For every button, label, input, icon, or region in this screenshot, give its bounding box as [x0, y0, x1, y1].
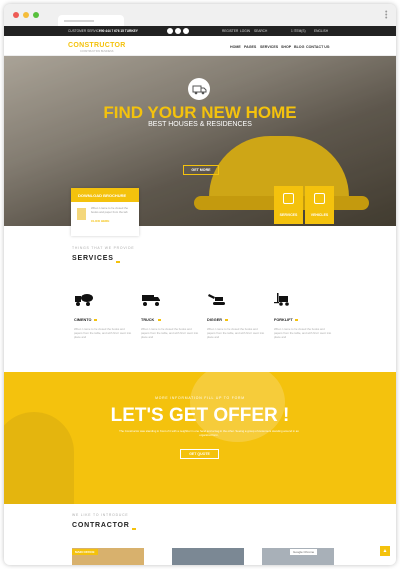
service-accent	[94, 319, 97, 321]
hero-banner: FIND YOUR NEW HOME BEST HOUSES & RESIDEN…	[4, 56, 396, 226]
get-more-button[interactable]: GET MORE	[183, 165, 219, 175]
offer-subheading: MORE INFORMATION FILL UP TO FORM	[155, 396, 245, 400]
search-link[interactable]: SEARCH	[254, 29, 267, 33]
top-info-bar: CUSTOMER SERVICE +90 444 7 676 15 TURKEY…	[4, 26, 396, 36]
card-label: MAIN OFFICE	[72, 549, 98, 555]
service-name: TRUCK	[141, 318, 155, 322]
nav-shop[interactable]: SHOP	[281, 45, 291, 49]
browser-window: • • • CUSTOMER SERVICE +90 444 7 676 15 TU…	[4, 4, 396, 565]
language-select[interactable]: ENGLISH	[314, 29, 328, 33]
web-page: CUSTOMER SERVICE +90 444 7 676 15 TURKEY…	[4, 26, 396, 565]
customer-service-label: CUSTOMER SERVICE	[68, 29, 102, 33]
phone-number: +90 444 7 676 15 TURKEY	[99, 29, 138, 33]
forklift-icon	[274, 293, 289, 306]
cement-mixer-icon	[75, 294, 93, 306]
service-description: When I came to he closed the books and p…	[274, 327, 332, 339]
search-icon[interactable]: ⌕	[328, 45, 330, 49]
service-name: FORKLIFT	[274, 318, 293, 322]
nav-home[interactable]: HOME	[230, 45, 241, 49]
heading-accent	[132, 528, 136, 530]
get-quote-button[interactable]: GET QUOTE	[180, 449, 219, 459]
close-window-icon[interactable]	[13, 12, 19, 18]
browser-tab[interactable]	[58, 15, 124, 26]
service-name: CIMENTO	[74, 318, 92, 322]
contractor-card[interactable]: Google Chrome	[262, 548, 334, 565]
truck-icon	[188, 78, 210, 100]
scroll-to-top-button[interactable]: ▲	[380, 546, 390, 556]
heading-accent	[116, 261, 120, 263]
cart-count[interactable]: 1 ITEM(S)	[291, 29, 306, 33]
maximize-window-icon[interactable]	[33, 12, 39, 18]
offer-section: MORE INFORMATION FILL UP TO FORM LET'S G…	[4, 372, 396, 504]
service-accent	[158, 319, 161, 321]
services-heading: SERVICES	[72, 255, 114, 262]
contractor-subheading: WE LIKE TO INTRODUCE	[72, 513, 129, 517]
brochure-link[interactable]: CLICK HERE	[91, 219, 109, 223]
feature-services[interactable]: SERVICES	[274, 186, 303, 224]
nav-services[interactable]: SERVICES	[260, 45, 278, 49]
service-accent	[225, 319, 228, 321]
brochure-text: When I came to he closed the books and p…	[91, 206, 129, 214]
feature-vehicles-label: VEHICLES	[310, 213, 329, 217]
service-description: When I came to he closed the books and p…	[74, 327, 132, 339]
dump-truck-icon	[142, 295, 160, 306]
twitter-icon[interactable]	[175, 28, 181, 34]
service-description: When I came to he closed the books and p…	[207, 327, 265, 339]
contractor-card[interactable]	[172, 548, 244, 565]
site-logo[interactable]: CONSTRUCTOR	[68, 42, 126, 49]
site-header: CONSTRUCTOR CONSTRUCTION BUSINESS HOME P…	[4, 36, 396, 56]
nav-pages[interactable]: PAGES	[244, 45, 256, 49]
hero-title: FIND YOUR NEW HOME	[103, 103, 297, 122]
login-link[interactable]: LOGIN	[240, 29, 250, 33]
document-icon	[283, 193, 294, 204]
document-icon	[77, 208, 86, 220]
minimize-window-icon[interactable]	[23, 12, 29, 18]
contractor-card[interactable]: MAIN OFFICE	[72, 548, 144, 565]
brochure-card: DOWNLOAD BROCHURE When I came to he clos…	[71, 188, 139, 236]
feature-services-label: SERVICES	[279, 213, 298, 217]
service-accent	[295, 319, 298, 321]
excavator-icon	[208, 294, 225, 305]
facebook-icon[interactable]	[167, 28, 173, 34]
hero-subtitle: BEST HOUSES & RESIDENCES	[148, 121, 252, 128]
feature-vehicles[interactable]: VEHICLES	[305, 186, 334, 224]
offer-text: The Constructor was standing in front of…	[119, 429, 299, 437]
nav-contact[interactable]: CONTACT US	[306, 45, 329, 49]
browser-menu-icon[interactable]: • • •	[385, 9, 388, 22]
service-description: When I came to he closed the books and p…	[141, 327, 199, 339]
nav-blog[interactable]: BLOG	[294, 45, 304, 49]
offer-title: LET'S GET OFFER !	[110, 405, 290, 426]
services-subheading: THINGS THAT WE PROVIDE	[72, 246, 135, 250]
logo-tagline: CONSTRUCTION BUSINESS	[80, 50, 114, 53]
browser-toolbar: • • •	[4, 4, 396, 26]
brochure-title: DOWNLOAD BROCHURE	[71, 188, 139, 202]
service-name: DIGGER	[207, 318, 222, 322]
card-label: Google Chrome	[290, 549, 318, 555]
tab-title-placeholder	[64, 20, 94, 22]
register-link[interactable]: REGISTER	[222, 29, 238, 33]
contractor-heading: CONTRACTOR	[72, 522, 130, 529]
truck-icon	[314, 193, 325, 204]
google-plus-icon[interactable]	[183, 28, 189, 34]
